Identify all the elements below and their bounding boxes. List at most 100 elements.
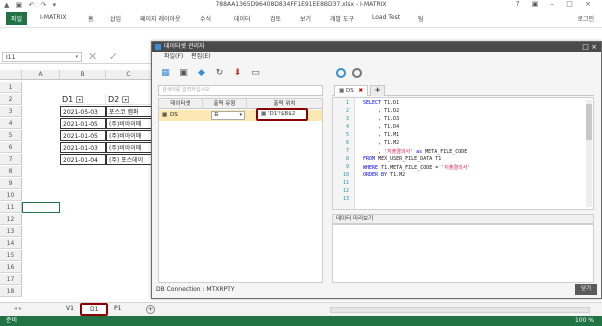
row-header[interactable]: 17 (0, 274, 22, 285)
dataset-name: DS (170, 112, 178, 118)
row-header[interactable]: 12 (0, 214, 22, 225)
tab-page-layout[interactable]: 페이지 레이아웃 (140, 14, 181, 23)
cell-c3[interactable]: 포스코 캠퍼 (106, 106, 152, 117)
zoom-level[interactable]: 100 % (575, 316, 594, 326)
row-header[interactable]: 18 (0, 286, 22, 297)
menu-file[interactable]: 파일(F) (164, 53, 183, 60)
chevron-down-icon[interactable]: ▾ (75, 54, 78, 60)
name-box[interactable]: I11 ▾ (2, 52, 82, 62)
output-type-select[interactable]: 표 ▾ (211, 111, 245, 120)
row-header[interactable]: 15 (0, 250, 22, 261)
tab-formulas[interactable]: 수식 (200, 14, 211, 23)
horizontal-scrollbar[interactable] (330, 307, 590, 313)
stop-query-icon[interactable] (352, 68, 362, 78)
row-header[interactable]: 9 (0, 178, 22, 189)
row-header[interactable]: 5 (0, 130, 22, 141)
row-header[interactable]: 1 (0, 82, 22, 93)
data-preview-area (332, 224, 594, 283)
row-header[interactable]: 14 (0, 238, 22, 249)
add-tab-button[interactable]: ✚ (370, 85, 386, 96)
cell-b6[interactable]: 2021-01-03 (60, 142, 106, 153)
dialog-titlebar[interactable]: 데이터셋 관리자 □ × (152, 42, 601, 52)
window-controls[interactable]: ? ▣ – □ × (516, 0, 596, 8)
row-header[interactable]: 8 (0, 166, 22, 177)
column-header-c[interactable]: C (106, 70, 152, 80)
code-line: , T1.M2 (363, 140, 400, 146)
monitor-icon[interactable]: ▭ (250, 68, 261, 78)
sheet-nav-icons[interactable]: ◂ ▸ (14, 305, 22, 312)
row-header[interactable]: 2 (0, 94, 22, 105)
tab-team[interactable]: 팀 (418, 14, 424, 23)
cell-c6[interactable]: (주)비아이매 (106, 142, 152, 153)
sheet-tab-d1[interactable]: D1 (80, 303, 109, 316)
tab-insert[interactable]: 삽입 (110, 14, 121, 23)
download-icon[interactable]: ⬇ (232, 68, 243, 78)
filter-dropdown-icon[interactable]: ▾ (122, 96, 130, 103)
dataset-search-input[interactable]: 검색어를 입력하십시오 (158, 85, 323, 96)
column-header-b[interactable]: B (60, 70, 106, 80)
tab-file[interactable]: 파일 (6, 12, 28, 25)
row-header[interactable]: 7 (0, 154, 22, 165)
row-header[interactable]: 3 (0, 106, 22, 117)
row-header[interactable]: 13 (0, 226, 22, 237)
run-query-icon[interactable] (336, 68, 346, 78)
cell-b7[interactable]: 2021-01-04 (60, 154, 106, 165)
filter-dropdown-icon[interactable]: ▾ (76, 96, 84, 103)
close-tab-icon[interactable]: ✖ (358, 88, 363, 94)
code-line: WHERE T1.META_FILE_CODE = '지출결의서' (363, 165, 471, 171)
line-number: 8 (345, 156, 349, 162)
close-icon[interactable]: □ × (582, 42, 597, 52)
sql-editor[interactable]: 1 2 3 4 5 6 7 8 9 10 11 12 13 SELECT T1.D1 , T1.D2 ,… (332, 97, 594, 210)
tab-data[interactable]: 데이터 (234, 14, 251, 23)
sheet-tab-v1[interactable]: V1 (66, 305, 74, 312)
tab-imatrix[interactable]: I-MATRIX (40, 14, 66, 21)
cell-b4[interactable]: 2021-01-05 (60, 118, 106, 129)
status-bar: 준비 100 % (0, 316, 602, 326)
tab-view[interactable]: 보기 (300, 14, 311, 23)
line-number: 9 (345, 164, 349, 170)
column-header-a[interactable]: A (22, 70, 60, 80)
row-header[interactable]: 16 (0, 262, 22, 273)
line-number: 13 (342, 196, 349, 202)
line-number: 5 (345, 132, 349, 138)
cell-b3[interactable]: 2021-05-03 (60, 106, 106, 117)
row-header[interactable]: 10 (0, 190, 22, 201)
tab-developer[interactable]: 개발 도구 (330, 14, 354, 23)
chevron-down-icon[interactable]: ▾ (239, 112, 242, 119)
database-icon[interactable]: ◆ (196, 68, 207, 78)
line-number: 1 (345, 100, 349, 106)
close-button[interactable]: 닫기 (575, 284, 597, 295)
add-sheet-button[interactable]: + (146, 305, 155, 314)
output-location-value: 'D1'!$B$2 (267, 111, 296, 117)
cell-c4[interactable]: (주)비아이매 (106, 118, 152, 129)
dataset-toolbar: ▦ ▣ ◆ ↻ ⬇ ▭ (156, 66, 325, 80)
cell-b2[interactable]: D1 ▾ (60, 94, 106, 105)
sheet-tab-p1[interactable]: P1 (114, 305, 121, 312)
cell-c5[interactable]: (주)비아이매 (106, 130, 152, 141)
row-header[interactable]: 4 (0, 118, 22, 129)
vertical-scrollbar[interactable] (586, 100, 592, 207)
refresh-icon[interactable]: ↻ (214, 68, 225, 78)
menu-edit[interactable]: 편집(E) (191, 53, 211, 60)
formula-cancel-confirm-icons[interactable]: ✕ ✓ (88, 50, 122, 63)
login-link[interactable]: 로그인 (577, 14, 594, 23)
data-preview-label: 데이터 미리보기 (332, 214, 594, 224)
output-location-field[interactable]: ▦ 'D1'!$B$2 (256, 108, 308, 121)
tab-review[interactable]: 검토 (270, 14, 281, 23)
dataset-list-pane: ▦ ▣ ◆ ↻ ⬇ ▭ 검색어를 입력하십시오 데이터셋 출력 유형 출력 위치… (156, 64, 325, 284)
cell-b5[interactable]: 2021-01-05 (60, 130, 106, 141)
code-line: , T1.D3 (363, 116, 400, 122)
row-header[interactable]: 11 (0, 202, 22, 213)
row-header[interactable]: 6 (0, 142, 22, 153)
cell-c7[interactable]: (주) 포스데이 (106, 154, 152, 165)
select-all-corner[interactable] (0, 70, 22, 80)
tab-home[interactable]: 홈 (88, 14, 94, 23)
scroll-thumb[interactable] (586, 104, 592, 140)
table-row[interactable]: ▦ DS 표 ▾ ▦ 'D1'!$B$2 (159, 108, 322, 121)
code-line: , T1.D2 (363, 108, 400, 114)
tab-load-test[interactable]: Load Test (372, 14, 400, 21)
cell-c2[interactable]: D2 ▾ (106, 94, 152, 105)
tab-ds[interactable]: ▦ DS ✖ (334, 85, 369, 96)
new-dataset-icon[interactable]: ▦ (160, 68, 171, 78)
open-image-icon[interactable]: ▣ (178, 68, 189, 78)
